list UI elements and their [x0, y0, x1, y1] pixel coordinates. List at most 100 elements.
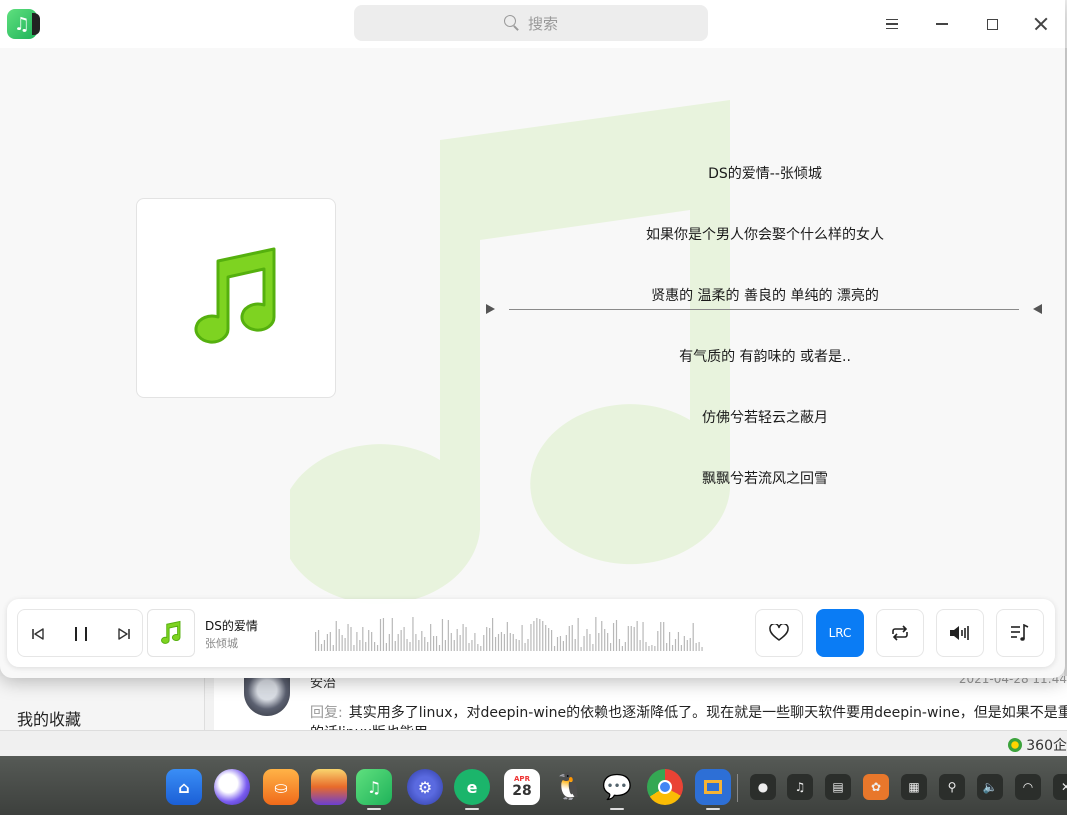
waveform-bar	[462, 624, 464, 651]
waveform-bar	[474, 633, 476, 651]
comment-username[interactable]: 安治	[310, 676, 336, 691]
repeat-button[interactable]	[876, 609, 924, 657]
dock-separator	[737, 774, 738, 802]
waveform-bar	[698, 642, 700, 651]
waveform-bar	[447, 620, 449, 651]
waveform-bar	[486, 627, 488, 651]
maximize-button[interactable]	[976, 8, 1008, 40]
reply-prefix[interactable]: 回复:	[310, 705, 343, 721]
waveform-bar	[539, 619, 541, 651]
repeat-icon	[892, 625, 908, 641]
waveform-bar	[577, 618, 579, 651]
comment-reply: 回复: 其实用多了linux，对deepin-wine的依赖也逐渐降低了。现在就是…	[310, 702, 1067, 722]
waveform-bar	[359, 640, 361, 651]
waveform-bar	[683, 636, 685, 651]
minimize-icon	[936, 23, 948, 25]
now-playing-thumbnail[interactable]	[147, 609, 195, 657]
song-title[interactable]: DS的爱情	[205, 617, 258, 634]
wechat-tray-icon[interactable]: ●	[750, 774, 776, 800]
browser-icon[interactable]	[214, 769, 250, 805]
playlist-button[interactable]	[996, 609, 1044, 657]
chrome-icon[interactable]	[647, 769, 683, 805]
waveform-bar	[624, 642, 626, 651]
minimize-button[interactable]	[926, 8, 958, 40]
music-tray-icon[interactable]: ♫	[787, 774, 813, 800]
photos-icon[interactable]	[311, 769, 347, 805]
lyric-seek-left-icon[interactable]	[486, 304, 495, 314]
search-placeholder: 搜索	[527, 14, 558, 33]
player-bar: DS的爱情 张倾城 LRC	[7, 599, 1055, 667]
waveform-bar	[648, 646, 650, 651]
previous-icon	[32, 628, 44, 640]
waveform-bar	[598, 633, 600, 651]
waveform-bar	[376, 645, 379, 651]
workspace-tray-icon[interactable]: ▦	[901, 774, 927, 800]
editor-icon[interactable]: e	[454, 769, 490, 805]
waveform-bar	[548, 628, 550, 651]
waveform-bar	[512, 634, 514, 651]
waveform-bar	[530, 624, 532, 651]
waveform-bar	[433, 636, 435, 651]
lyric-seek-line[interactable]	[509, 309, 1019, 310]
calendar-icon[interactable]: APR 28	[504, 769, 540, 805]
waveform-bar	[356, 632, 358, 651]
lyric-line: 有气质的 有韵味的 或者是..	[679, 349, 851, 365]
waveform-bar	[553, 646, 556, 651]
music-app-icon[interactable]: ♫	[7, 9, 40, 39]
window-manager-icon[interactable]	[695, 769, 731, 805]
wechat-icon[interactable]: 💬	[599, 769, 635, 805]
search-input[interactable]: 搜索	[354, 5, 708, 41]
waveform-bar	[518, 640, 520, 651]
sidebar-item-favorites[interactable]: 我的收藏	[17, 706, 81, 730]
title-bar: ♫ 搜索	[0, 0, 1065, 48]
next-button[interactable]	[104, 610, 144, 658]
lyrics-button[interactable]: LRC	[816, 609, 864, 657]
status-item[interactable]: 360企	[1008, 735, 1067, 755]
favorite-button[interactable]	[755, 609, 803, 657]
waveform-bar	[397, 634, 399, 651]
sound-icon[interactable]: 🔈	[977, 774, 1003, 800]
waveform-bar	[412, 617, 414, 651]
clipboard-tray-icon[interactable]: ▤	[825, 774, 851, 800]
waveform-progress[interactable]	[305, 607, 705, 655]
waveform-bar	[671, 645, 674, 651]
previous-button[interactable]	[18, 610, 58, 658]
waveform-bar	[592, 644, 594, 651]
running-indicator	[465, 808, 479, 810]
pause-button[interactable]	[61, 610, 101, 658]
app-store-icon[interactable]: ⌂	[166, 769, 202, 805]
waveform-bar	[674, 639, 677, 651]
waveform-bar	[545, 625, 547, 651]
waveform-bar	[589, 634, 591, 651]
waveform-bar	[695, 643, 697, 651]
waveform-bar	[317, 630, 320, 651]
settings-icon[interactable]: ⚙	[407, 769, 443, 805]
waveform-bar	[418, 640, 420, 651]
usb-icon[interactable]: ⚲	[939, 774, 965, 800]
waveform-bar	[533, 621, 535, 651]
song-artist[interactable]: 张倾城	[205, 635, 238, 651]
avatar[interactable]	[244, 676, 290, 716]
menu-button[interactable]	[876, 8, 908, 40]
lyric-seek-right-icon[interactable]	[1033, 304, 1042, 314]
qq-icon[interactable]: 🐧	[551, 769, 587, 805]
waveform-bar	[409, 642, 411, 651]
power-icon[interactable]: ✕	[1053, 774, 1067, 800]
lyric-line: 如果你是个男人你会娶个什么样的女人	[646, 227, 884, 243]
maximize-icon	[986, 18, 998, 30]
waveform-bar	[459, 635, 461, 651]
volume-button[interactable]	[936, 609, 984, 657]
music-dock-icon[interactable]: ♫	[356, 769, 392, 805]
close-button[interactable]	[1025, 8, 1057, 40]
waveform-bar	[692, 623, 694, 651]
waveform-bar	[338, 629, 340, 651]
app-tray-icon[interactable]: ✿	[863, 774, 889, 800]
waveform-bar	[471, 640, 473, 651]
waveform-bar	[332, 645, 334, 651]
wifi-icon[interactable]: ◠	[1015, 774, 1041, 800]
search-icon	[503, 15, 520, 31]
waveform-bar	[615, 620, 618, 651]
waveform-bar	[565, 635, 567, 651]
shopping-bag-icon[interactable]: ⛀	[263, 769, 299, 805]
lyric-line: 飘飘兮若流风之回雪	[702, 471, 828, 487]
